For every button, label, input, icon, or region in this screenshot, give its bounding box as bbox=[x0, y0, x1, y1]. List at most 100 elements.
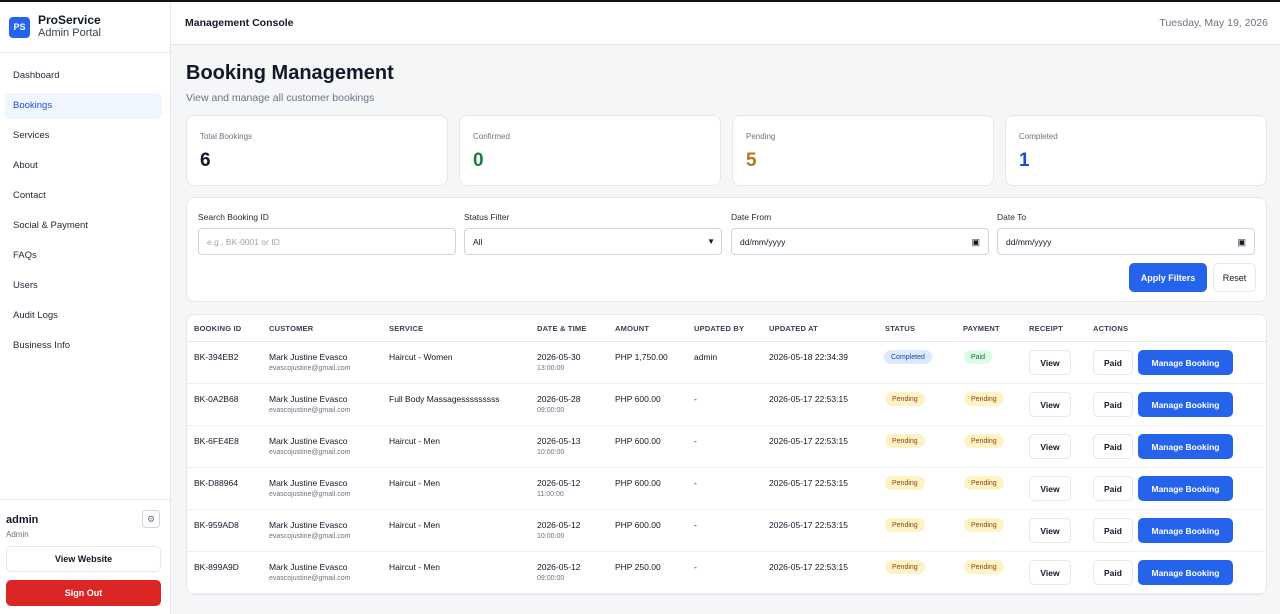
sidebar-item-contact[interactable]: Contact bbox=[5, 183, 162, 209]
sidebar-item-users[interactable]: Users bbox=[5, 273, 162, 299]
view-receipt-button[interactable]: View bbox=[1029, 560, 1071, 585]
booking-id: BK-0A2B68 bbox=[194, 394, 239, 404]
updated-at: 2026-05-17 22:53:15 bbox=[769, 478, 848, 488]
manage-booking-button[interactable]: Manage Booking bbox=[1138, 434, 1233, 459]
sidebar-item-social-payment[interactable]: Social & Payment bbox=[5, 213, 162, 239]
page-title: Booking Management bbox=[186, 62, 394, 84]
sidebar-item-services[interactable]: Services bbox=[5, 123, 162, 149]
mark-paid-button[interactable]: Paid bbox=[1093, 518, 1133, 543]
sidebar-item-business-info[interactable]: Business Info bbox=[5, 333, 162, 359]
service-name: Haircut - Men bbox=[389, 436, 441, 446]
view-receipt-button[interactable]: View bbox=[1029, 350, 1071, 375]
mark-paid-button[interactable]: Paid bbox=[1093, 560, 1133, 585]
table-row: BK-D88964 Mark Justine Evasco evascojustin… bbox=[187, 468, 1266, 510]
payment-badge: Pending bbox=[964, 392, 1004, 406]
header-date: Tuesday, May 19, 2026 bbox=[1159, 17, 1268, 29]
mark-paid-button[interactable]: Paid bbox=[1093, 392, 1133, 417]
mark-paid-button[interactable]: Paid bbox=[1093, 434, 1133, 459]
search-input[interactable]: e.g., BK-0001 or ID bbox=[198, 228, 456, 255]
date-from-input[interactable]: dd/mm/yyyy ▣ bbox=[731, 228, 989, 255]
reset-button[interactable]: Reset bbox=[1213, 263, 1256, 292]
status-badge: Pending bbox=[885, 392, 925, 406]
stat-value: 0 bbox=[473, 150, 484, 171]
view-website-button[interactable]: View Website bbox=[6, 546, 161, 572]
view-receipt-button[interactable]: View bbox=[1029, 476, 1071, 501]
manage-booking-button[interactable]: Manage Booking bbox=[1138, 518, 1233, 543]
booking-time: 09:00:00 bbox=[537, 407, 565, 414]
updated-by: admin bbox=[694, 352, 718, 362]
payment-badge: Paid bbox=[964, 350, 993, 364]
sign-out-button[interactable]: Sign Out bbox=[6, 580, 161, 606]
booking-date: 2026-05-12 bbox=[537, 562, 581, 572]
col-receipt: RECEIPT bbox=[1029, 324, 1063, 333]
sidebar-item-about[interactable]: About bbox=[5, 153, 162, 179]
status-filter-value: All bbox=[473, 236, 483, 247]
date-to-label: Date To bbox=[997, 212, 1027, 222]
view-receipt-button[interactable]: View bbox=[1029, 434, 1071, 459]
stat-card-pending: Pending 5 bbox=[732, 115, 994, 186]
brand-logo: PS bbox=[9, 16, 30, 38]
booking-date: 2026-05-28 bbox=[537, 394, 581, 404]
updated-at: 2026-05-17 22:53:15 bbox=[769, 436, 848, 446]
status-filter-select[interactable]: All ▼ bbox=[464, 228, 722, 255]
status-badge: Pending bbox=[885, 560, 925, 574]
top-header: Management Console Tuesday, May 19, 2026 bbox=[171, 2, 1280, 45]
booking-date: 2026-05-12 bbox=[537, 478, 581, 488]
booking-time: 13:00:00 bbox=[537, 365, 565, 372]
date-to-value: dd/mm/yyyy bbox=[1006, 236, 1052, 247]
sidebar-item-audit-logs[interactable]: Audit Logs bbox=[5, 303, 162, 329]
booking-id: BK-D88964 bbox=[194, 478, 238, 488]
updated-at: 2026-05-17 22:53:15 bbox=[769, 562, 848, 572]
date-from-value: dd/mm/yyyy bbox=[740, 236, 786, 247]
customer-email: evascojustine@gmail.com bbox=[269, 407, 351, 414]
stat-value: 1 bbox=[1019, 150, 1030, 171]
service-name: Haircut - Men bbox=[389, 562, 441, 572]
header-title: Management Console bbox=[185, 17, 294, 29]
brand-subtitle: Admin Portal bbox=[38, 27, 101, 39]
stat-label: Completed bbox=[1019, 132, 1058, 141]
booking-time: 09:00:00 bbox=[537, 575, 565, 582]
manage-booking-button[interactable]: Manage Booking bbox=[1138, 476, 1233, 501]
service-name: Haircut - Men bbox=[389, 478, 441, 488]
stat-card-confirmed: Confirmed 0 bbox=[459, 115, 721, 186]
date-to-input[interactable]: dd/mm/yyyy ▣ bbox=[997, 228, 1255, 255]
service-name: Haircut - Men bbox=[389, 520, 441, 530]
stat-label: Pending bbox=[746, 132, 776, 141]
view-receipt-button[interactable]: View bbox=[1029, 518, 1071, 543]
updated-at: 2026-05-18 22:34:39 bbox=[769, 352, 848, 362]
col-booking-id: BOOKING ID bbox=[194, 324, 242, 333]
gear-icon[interactable]: ⚙ bbox=[142, 510, 160, 528]
sidebar-item-bookings[interactable]: Bookings bbox=[5, 93, 162, 119]
updated-by: - bbox=[694, 562, 697, 572]
booking-amount: PHP 250.00 bbox=[615, 562, 661, 572]
view-receipt-button[interactable]: View bbox=[1029, 392, 1071, 417]
customer-name: Mark Justine Evasco bbox=[269, 394, 348, 404]
status-badge: Completed bbox=[884, 350, 932, 364]
manage-booking-button[interactable]: Manage Booking bbox=[1138, 392, 1233, 417]
customer-name: Mark Justine Evasco bbox=[269, 520, 348, 530]
date-from-label: Date From bbox=[731, 212, 772, 222]
brand[interactable]: PS ProService Admin Portal bbox=[0, 2, 170, 53]
booking-date: 2026-05-30 bbox=[537, 352, 581, 362]
mark-paid-button[interactable]: Paid bbox=[1093, 476, 1133, 501]
calendar-icon[interactable]: ▣ bbox=[1237, 237, 1246, 248]
stat-card-completed: Completed 1 bbox=[1005, 115, 1267, 186]
col-status: STATUS bbox=[885, 324, 916, 333]
booking-amount: PHP 1,750.00 bbox=[615, 352, 668, 362]
mark-paid-button[interactable]: Paid bbox=[1093, 350, 1133, 375]
booking-date: 2026-05-13 bbox=[537, 436, 581, 446]
manage-booking-button[interactable]: Manage Booking bbox=[1138, 350, 1233, 375]
col-actions: ACTIONS bbox=[1093, 324, 1129, 333]
table-row: BK-6FE4E8 Mark Justine Evasco evascojustin… bbox=[187, 426, 1266, 468]
sidebar-item-faqs[interactable]: FAQs bbox=[5, 243, 162, 269]
table-row: BK-0A2B68 Mark Justine Evasco evascojustin… bbox=[187, 384, 1266, 426]
sidebar-item-dashboard[interactable]: Dashboard bbox=[5, 63, 162, 89]
user-name: admin bbox=[6, 514, 39, 526]
calendar-icon[interactable]: ▣ bbox=[971, 237, 980, 248]
booking-amount: PHP 600.00 bbox=[615, 394, 661, 404]
booking-time: 11:00:00 bbox=[537, 491, 564, 498]
col-updated-at: UPDATED AT bbox=[769, 324, 818, 333]
apply-filters-button[interactable]: Apply Filters bbox=[1129, 263, 1207, 292]
manage-booking-button[interactable]: Manage Booking bbox=[1138, 560, 1233, 585]
service-name: Full Body Massagesssssssss bbox=[389, 394, 500, 404]
